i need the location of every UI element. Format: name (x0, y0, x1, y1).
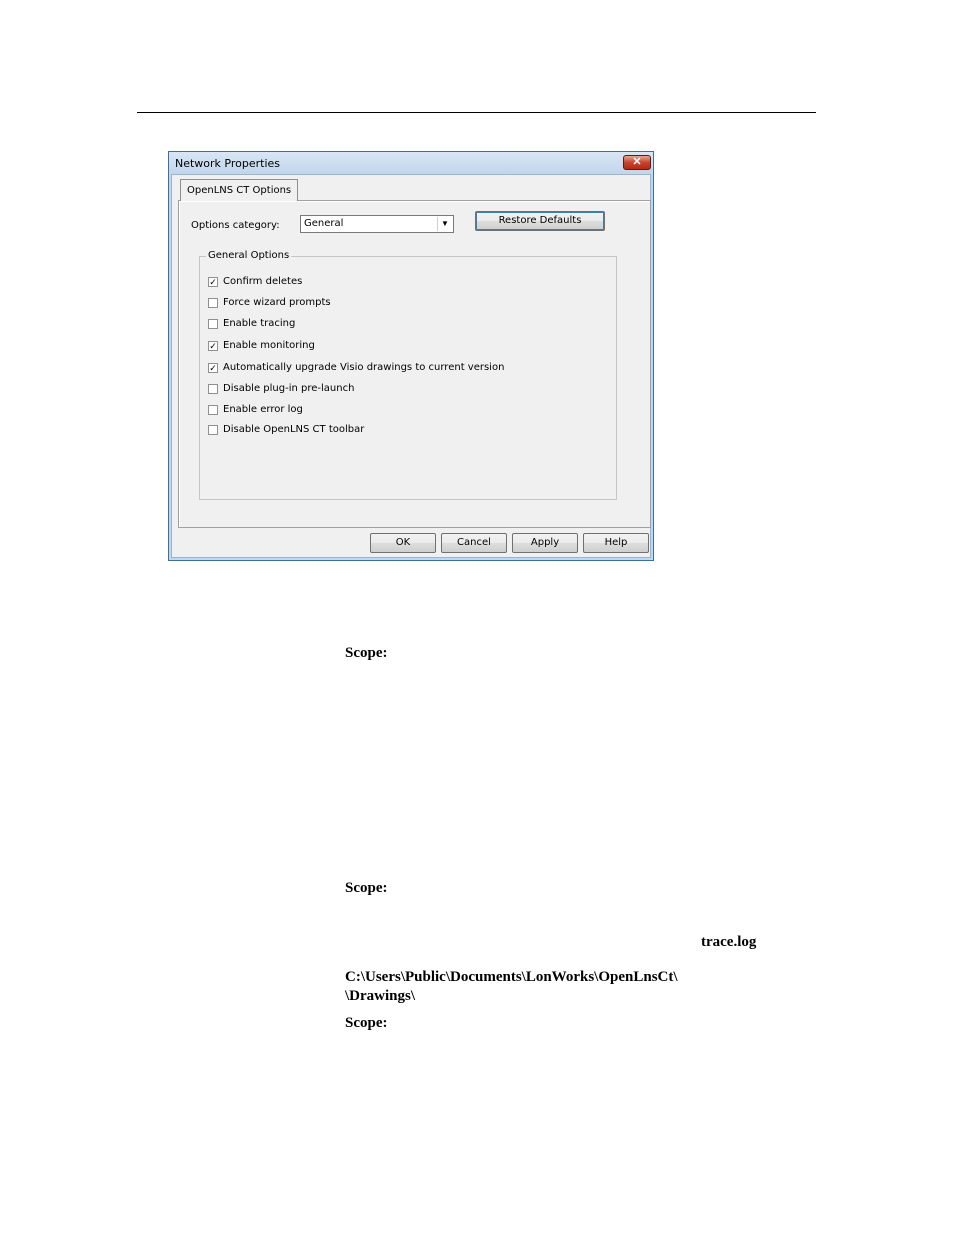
checkbox-label: Enable error log (223, 404, 303, 415)
header-rule (137, 112, 816, 113)
chevron-down-icon[interactable]: ▼ (437, 217, 452, 231)
scope-label-2: Scope: (345, 880, 388, 896)
disable-plugin-prelaunch-checkbox[interactable] (208, 384, 218, 394)
force-wizard-prompts-checkbox[interactable] (208, 298, 218, 308)
dialog-title: Network Properties (175, 157, 281, 170)
options-tab-panel: Options category: General ▼ Restore Defa… (178, 200, 651, 528)
disable-toolbar-checkbox[interactable] (208, 425, 218, 435)
checkbox-label: Force wizard prompts (223, 297, 331, 308)
apply-button[interactable]: Apply (512, 533, 578, 553)
help-button[interactable]: Help (583, 533, 649, 553)
dialog-client-area: OpenLNS CT Options Options category: Gen… (171, 174, 651, 558)
checkbox-label: Enable monitoring (223, 340, 315, 351)
general-options-group: General Options ✓ Confirm deletes Force … (199, 250, 617, 500)
options-category-value: General (304, 218, 344, 229)
trace-log-filename: trace.log (701, 934, 757, 950)
tab-openlns-ct-options[interactable]: OpenLNS CT Options (180, 179, 299, 201)
checkbox-label: Enable tracing (223, 318, 296, 329)
enable-tracing-checkbox[interactable] (208, 319, 218, 329)
title-bar[interactable]: Network Properties ✕ (169, 152, 653, 174)
scope-label-3: Scope: (345, 1015, 388, 1031)
close-icon: ✕ (632, 156, 642, 168)
checkbox-label: Confirm deletes (223, 276, 303, 287)
checkbox-label: Automatically upgrade Visio drawings to … (223, 362, 505, 373)
enable-monitoring-checkbox[interactable]: ✓ (208, 341, 218, 351)
confirm-deletes-checkbox[interactable]: ✓ (208, 277, 218, 287)
restore-defaults-button[interactable]: Restore Defaults (475, 211, 605, 231)
enable-error-log-checkbox[interactable] (208, 405, 218, 415)
group-title: General Options (206, 250, 292, 261)
options-category-select[interactable]: General ▼ (300, 215, 454, 233)
options-category-label: Options category: (191, 220, 280, 231)
network-properties-dialog: Network Properties ✕ OpenLNS CT Options … (168, 151, 654, 561)
auto-upgrade-visio-checkbox[interactable]: ✓ (208, 363, 218, 373)
ok-button[interactable]: OK (370, 533, 436, 553)
checkbox-label: Disable OpenLNS CT toolbar (223, 424, 365, 435)
path-line-2: \Drawings\ (345, 988, 416, 1004)
close-button[interactable]: ✕ (623, 155, 651, 170)
cancel-button[interactable]: Cancel (441, 533, 507, 553)
checkbox-label: Disable plug-in pre-launch (223, 383, 355, 394)
path-line-1: C:\Users\Public\Documents\LonWorks\OpenL… (345, 969, 678, 985)
scope-label-1: Scope: (345, 645, 388, 661)
